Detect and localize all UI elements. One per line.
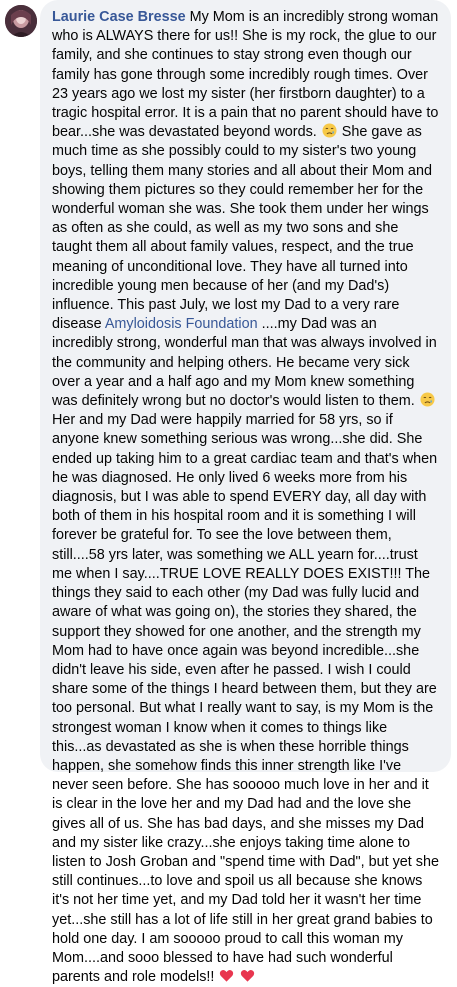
- red-heart-emoji-icon: [240, 968, 255, 983]
- avatar[interactable]: [5, 5, 37, 37]
- comment-text-part2: She gave as much time as she possibly co…: [52, 124, 432, 333]
- comment-row: Laurie Case Bresse My Mom is an incredib…: [0, 0, 457, 985]
- author-name-link[interactable]: Laurie Case Bresse: [52, 9, 186, 25]
- comment-bubble: Laurie Case Bresse My Mom is an incredib…: [40, 0, 451, 985]
- red-heart-emoji-icon: [219, 968, 234, 983]
- sad-face-emoji-icon: [420, 392, 435, 407]
- sad-face-emoji-icon: [322, 123, 337, 138]
- mention-link-amyloidosis-foundation[interactable]: Amyloidosis Foundation: [105, 316, 258, 332]
- comment-text: Laurie Case Bresse My Mom is an incredib…: [52, 8, 439, 987]
- comment-text-part1: My Mom is an incredibly strong woman who…: [52, 9, 439, 141]
- comment-text-part4: Her and my Dad were happily married for …: [52, 412, 439, 986]
